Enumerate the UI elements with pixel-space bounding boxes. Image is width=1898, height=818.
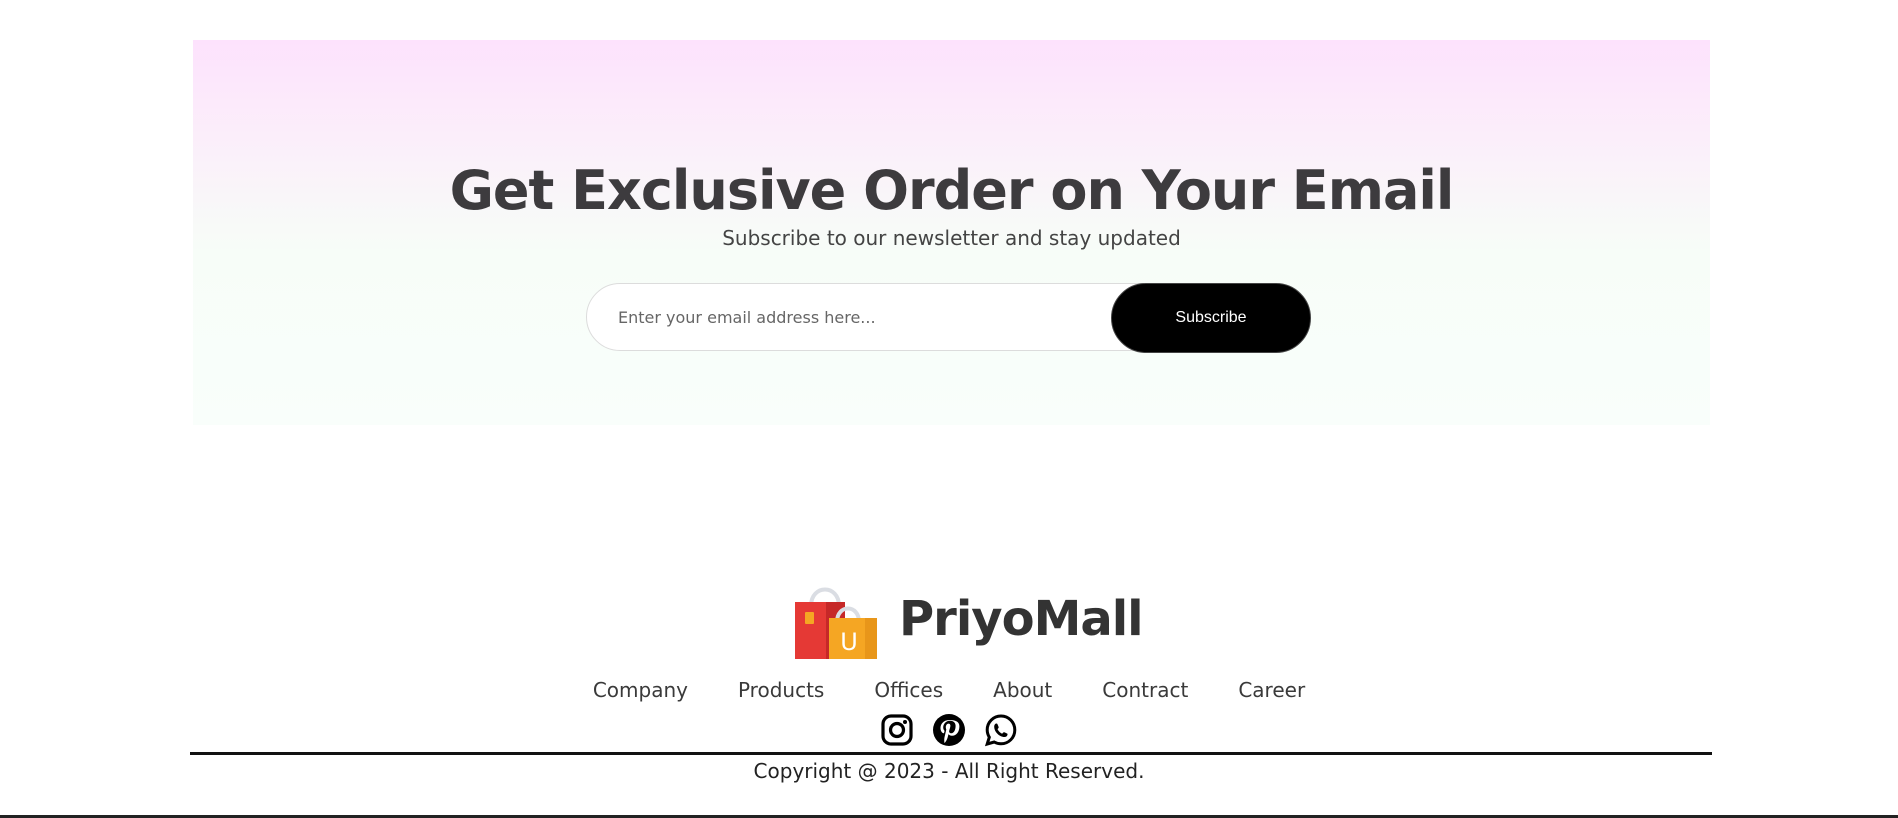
shopping-bags-icon: U bbox=[795, 587, 877, 659]
footer-nav: Company Products Offices About Contract … bbox=[0, 676, 1898, 704]
footer-divider bbox=[190, 752, 1712, 755]
footer-nav-about[interactable]: About bbox=[968, 676, 1077, 704]
footer-nav-company[interactable]: Company bbox=[568, 676, 713, 704]
footer-nav-products[interactable]: Products bbox=[713, 676, 849, 704]
subscribe-button[interactable]: Subscribe bbox=[1111, 283, 1311, 353]
brand-name: PriyoMall bbox=[899, 591, 1144, 647]
email-input[interactable] bbox=[586, 283, 1186, 351]
footer-brand[interactable]: U PriyoMall bbox=[793, 578, 1144, 660]
newsletter-form: Subscribe bbox=[586, 283, 1316, 353]
copyright-text: Copyright @ 2023 - All Right Reserved. bbox=[753, 759, 1145, 783]
newsletter-title: Get Exclusive Order on Your Email bbox=[449, 159, 1455, 222]
footer-nav-contract[interactable]: Contract bbox=[1077, 676, 1213, 704]
logo-letter: U bbox=[840, 628, 858, 656]
newsletter-section: Get Exclusive Order on Your Email Subscr… bbox=[193, 40, 1710, 425]
page: Get Exclusive Order on Your Email Subscr… bbox=[0, 0, 1898, 818]
whatsapp-icon[interactable] bbox=[984, 713, 1018, 747]
social-links bbox=[0, 713, 1898, 747]
newsletter-subtitle: Subscribe to our newsletter and stay upd… bbox=[722, 226, 1181, 250]
footer-nav-career[interactable]: Career bbox=[1213, 676, 1330, 704]
footer-nav-offices[interactable]: Offices bbox=[849, 676, 968, 704]
pinterest-icon[interactable] bbox=[932, 713, 966, 747]
instagram-icon[interactable] bbox=[880, 713, 914, 747]
